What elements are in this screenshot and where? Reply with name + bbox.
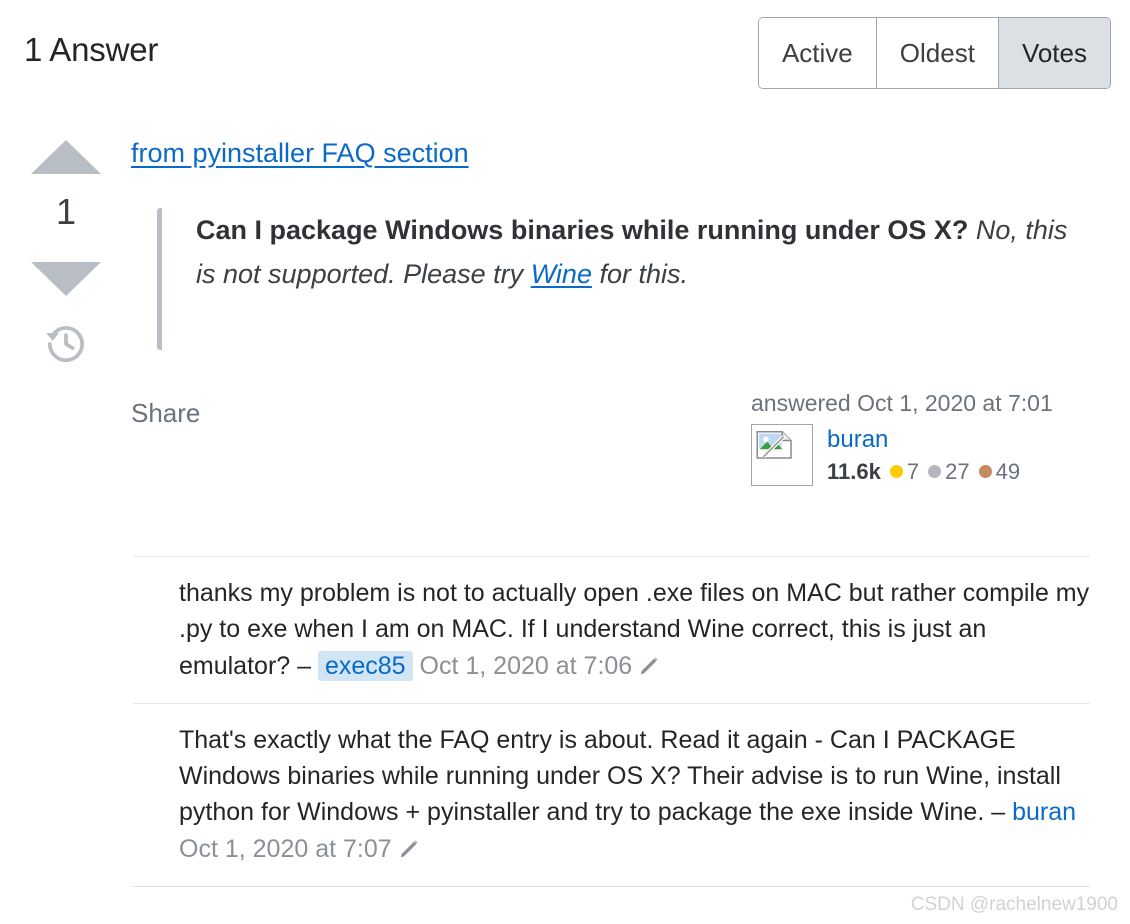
answer-user-card: answered Oct 1, 2020 at 7:01 buran 11.6k…: [751, 390, 1089, 486]
bronze-badge-icon: [978, 465, 992, 479]
comment-date[interactable]: Oct 1, 2020 at 7:07: [179, 835, 392, 863]
tab-votes[interactable]: Votes: [998, 18, 1110, 88]
answers-page: 1 Answer Active Oldest Votes 1 from pyin…: [0, 0, 1130, 924]
comment-dash: –: [290, 651, 318, 680]
user-name-link[interactable]: buran: [827, 425, 1020, 455]
comment-author-link[interactable]: buran: [1012, 798, 1076, 826]
quote-bold-text: Can I package Windows binaries while run…: [196, 215, 969, 245]
answered-timestamp: answered Oct 1, 2020 at 7:01: [751, 390, 1053, 416]
silver-badge-icon: [928, 465, 942, 479]
comment-date[interactable]: Oct 1, 2020 at 7:06: [420, 652, 633, 680]
vote-cell: 1: [26, 140, 106, 371]
answer-footer: Share answered Oct 1, 2020 at 7:01 buran…: [131, 390, 1091, 510]
answer-sort-tabs: Active Oldest Votes: [757, 17, 1111, 89]
tab-active[interactable]: Active: [758, 18, 877, 88]
reputation-value: 11.6k: [827, 459, 881, 484]
page-title: 1 Answer: [24, 31, 159, 68]
vote-count: 1: [55, 191, 77, 232]
tab-oldest[interactable]: Oldest: [876, 18, 999, 88]
answers-header: 1 Answer Active Oldest Votes: [0, 0, 1130, 110]
user-row: buran 11.6k 7 27 49: [751, 424, 1089, 486]
answer-body: from pyinstaller FAQ section Can I packa…: [131, 138, 1091, 510]
silver-badge-count: 27: [945, 459, 970, 484]
comment-dash: –: [984, 798, 1013, 827]
bronze-badge-count: 49: [995, 459, 1021, 484]
faq-section-link[interactable]: from pyinstaller FAQ section: [131, 138, 469, 169]
gold-badge-icon: [889, 465, 903, 479]
watermark: CSDN @rachelnew1900: [910, 894, 1118, 915]
history-clock-icon[interactable]: [44, 322, 88, 371]
answer-blockquote: Can I package Windows binaries while run…: [157, 208, 1091, 350]
upvote-icon[interactable]: [31, 140, 101, 174]
gold-badge-count: 7: [906, 459, 920, 484]
comment-item: That's exactly what the FAQ entry is abo…: [133, 702, 1090, 887]
quote-italic-after: for this.: [591, 259, 688, 289]
pencil-icon[interactable]: [638, 651, 660, 687]
comment-author-link[interactable]: exec85: [317, 650, 413, 681]
user-meta: buran 11.6k 7 27 49: [827, 424, 1020, 485]
comments-list: thanks my problem is not to actually ope…: [133, 556, 1090, 887]
comment-item: thanks my problem is not to actually ope…: [133, 556, 1090, 703]
share-link[interactable]: Share: [131, 398, 200, 429]
wine-link[interactable]: Wine: [531, 259, 592, 289]
user-reputation-badges: 11.6k 7 27 49: [827, 459, 1020, 485]
broken-image-icon[interactable]: [751, 424, 813, 486]
downvote-icon[interactable]: [31, 262, 101, 296]
pencil-icon[interactable]: [398, 834, 420, 870]
comment-text: That's exactly what the FAQ entry is abo…: [179, 725, 1061, 827]
